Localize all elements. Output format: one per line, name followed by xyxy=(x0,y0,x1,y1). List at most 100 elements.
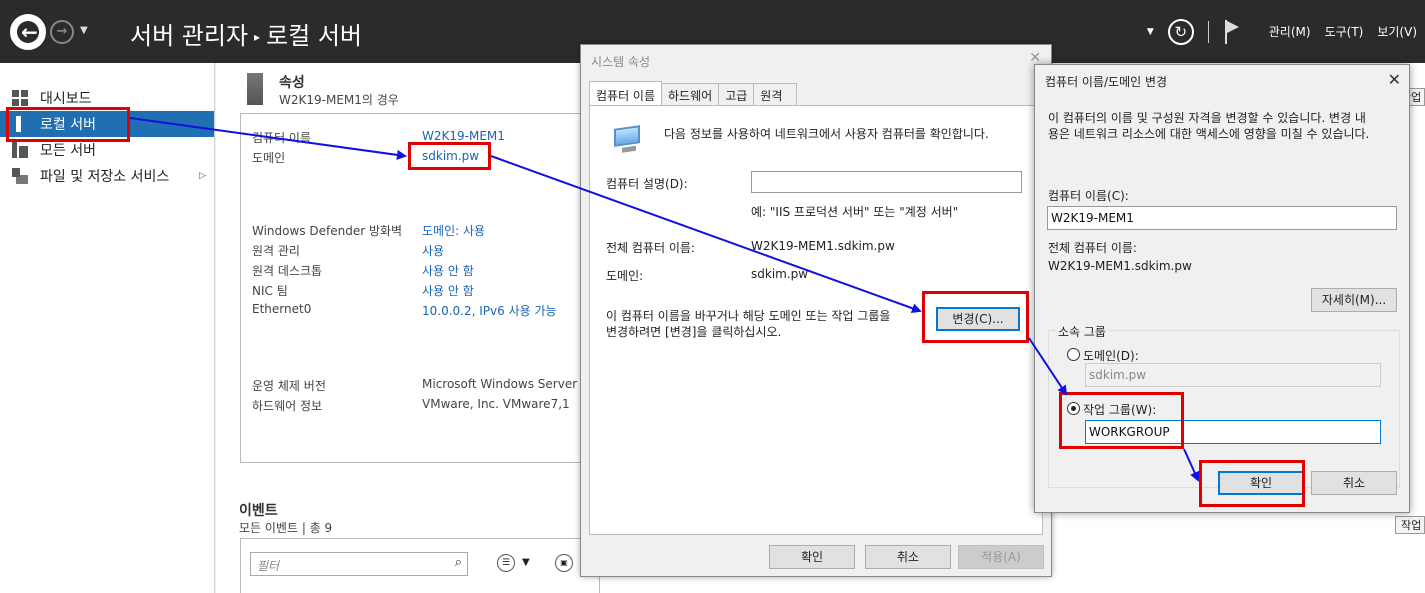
tab-hardware[interactable]: 하드웨어 xyxy=(661,83,720,105)
tab-panel: 다음 정보를 사용하여 네트워크에서 사용자 컴퓨터를 확인합니다. 컴퓨터 설… xyxy=(589,105,1043,535)
chevron-right-icon[interactable]: ▷ xyxy=(199,171,206,181)
dialog-body: 이 컴퓨터의 이름 및 구성원 자격을 변경할 수 있습니다. 변경 내 용은 … xyxy=(1036,94,1408,512)
dialog-title: 시스템 속성 xyxy=(591,55,651,69)
dialog-title: 컴퓨터 이름/도메인 변경 xyxy=(1045,75,1168,89)
breadcrumb: 서버 관리자 ▸ 로컬 서버 xyxy=(130,16,362,51)
prop-key: 도메인 xyxy=(252,151,286,165)
domain-link[interactable]: sdkim.pw xyxy=(422,149,479,163)
system-properties-dialog: 시스템 속성 ✕ 컴퓨터 이름 하드웨어 고급 원격 다음 정보를 사용하여 네… xyxy=(580,44,1052,577)
computer-name-label: 컴퓨터 이름(C): xyxy=(1048,189,1129,203)
computer-description-input[interactable] xyxy=(751,171,1022,193)
menu-view[interactable]: 보기(V) xyxy=(1377,23,1417,40)
full-name-value: W2K19-MEM1.sdkim.pw xyxy=(751,239,895,253)
prop-key: 컴퓨터 이름 xyxy=(252,131,312,145)
intro-text: 다음 정보를 사용하여 네트워크에서 사용자 컴퓨터를 확인합니다. xyxy=(664,127,989,141)
description-label: 컴퓨터 설명(D): xyxy=(606,177,688,191)
rename-text: 이 컴퓨터 이름을 바꾸거나 해당 도메인 또는 작업 그룹을 xyxy=(606,309,891,323)
firewall-link[interactable]: 도메인: 사용 xyxy=(422,222,485,239)
prop-key: 원격 데스크톱 xyxy=(252,264,323,278)
local-server-icon xyxy=(16,116,21,132)
sidebar: 대시보드 로컬 서버 모든 서버 파일 및 저장소 서비스 ▷ xyxy=(0,63,215,593)
sidebar-item-label: 로컬 서버 xyxy=(40,117,96,133)
all-servers-icon xyxy=(12,142,30,158)
hardware-value: VMware, Inc. VMware7,1 xyxy=(422,397,570,411)
back-icon[interactable]: ← xyxy=(10,14,46,50)
tab-advanced[interactable]: 고급 xyxy=(718,83,755,105)
tab-remote[interactable]: 원격 xyxy=(753,83,798,105)
domain-value: sdkim.pw xyxy=(751,267,809,281)
menu-tools[interactable]: 도구(T) xyxy=(1325,23,1364,40)
nic-team-link[interactable]: 사용 안 함 xyxy=(422,282,474,299)
app-title: 서버 관리자 xyxy=(130,22,249,50)
search-icon[interactable]: ⌕ xyxy=(455,555,462,570)
workgroup-radio-label: 작업 그룹(W): xyxy=(1083,403,1157,417)
close-icon[interactable]: ✕ xyxy=(1388,70,1401,89)
workgroup-input[interactable]: WORKGROUP xyxy=(1085,420,1381,444)
ethernet-link[interactable]: 10.0.0.2, IPv6 사용 가능 xyxy=(422,302,557,319)
menu-manage[interactable]: 관리(M) xyxy=(1269,23,1311,40)
full-name-label: 전체 컴퓨터 이름: xyxy=(606,241,695,255)
properties-title: 속성 xyxy=(279,75,305,91)
filter-input[interactable]: 필터 ⌕ xyxy=(250,552,468,576)
file-storage-icon xyxy=(12,168,30,184)
sidebar-item-file-storage[interactable]: 파일 및 저장소 서비스 ▷ xyxy=(0,163,214,189)
intro-text: 이 컴퓨터의 이름 및 구성원 자격을 변경할 수 있습니다. 변경 내 xyxy=(1048,111,1366,125)
events-title: 이벤트 xyxy=(239,503,278,519)
events-panel: 필터 ⌕ ☰ ▼ ▣ xyxy=(240,538,600,593)
member-of-label: 소속 그룹 xyxy=(1056,323,1108,340)
sidebar-item-label: 대시보드 xyxy=(40,91,92,107)
apply-button[interactable]: 적용(A) xyxy=(958,545,1044,569)
flag-icon[interactable] xyxy=(1223,19,1241,44)
intro-text: 용은 네트워크 리소스에 대한 액세스에 영향을 미칠 수 있습니다. xyxy=(1048,127,1370,141)
computer-name-input[interactable]: W2K19-MEM1 xyxy=(1047,206,1397,230)
top-toolbar: ▼ ↻ 관리(M) 도구(T) 보기(V) xyxy=(1147,0,1417,63)
sidebar-item-all-servers[interactable]: 모든 서버 xyxy=(0,137,214,163)
filter-placeholder: 필터 xyxy=(257,559,280,573)
ok-button[interactable]: 확인 xyxy=(769,545,855,569)
prop-key: 하드웨어 정보 xyxy=(252,399,323,413)
domain-radio-label: 도메인(D): xyxy=(1083,349,1139,363)
events-subtitle: 모든 이벤트 | 총 9 xyxy=(239,521,333,535)
prop-key: 원격 관리 xyxy=(252,244,300,258)
remote-management-link[interactable]: 사용 xyxy=(422,242,444,259)
full-name-label: 전체 컴퓨터 이름: xyxy=(1048,241,1137,255)
change-button[interactable]: 변경(C)... xyxy=(936,307,1020,331)
properties-subtitle: W2K19-MEM1의 경우 xyxy=(279,93,399,107)
sidebar-item-local-server[interactable]: 로컬 서버 xyxy=(0,111,214,137)
tab-strip: 컴퓨터 이름 하드웨어 고급 원격 xyxy=(589,81,798,105)
tasks-button[interactable]: 작업 xyxy=(1395,516,1425,534)
forward-icon[interactable]: → xyxy=(50,20,74,44)
example-text: 예: "IIS 프로덕션 서버" 또는 "계정 서버" xyxy=(751,205,959,219)
sidebar-item-label: 모든 서버 xyxy=(40,143,96,159)
prop-key: Ethernet0 xyxy=(252,302,312,316)
chevron-down-icon[interactable]: ▼ xyxy=(1147,27,1154,37)
server-icon xyxy=(247,73,263,105)
domain-input[interactable]: sdkim.pw xyxy=(1085,363,1381,387)
chevron-down-icon[interactable]: ▼ xyxy=(80,25,88,36)
prop-key: NIC 팀 xyxy=(252,284,288,298)
prop-key: Windows Defender 방화벽 xyxy=(252,224,403,238)
refresh-icon[interactable]: ↻ xyxy=(1167,18,1194,45)
page-title: 로컬 서버 xyxy=(266,22,363,50)
remote-desktop-link[interactable]: 사용 안 함 xyxy=(422,262,474,279)
cancel-button[interactable]: 취소 xyxy=(1311,471,1397,495)
domain-radio[interactable] xyxy=(1067,348,1080,361)
more-button[interactable]: 자세히(M)... xyxy=(1311,288,1397,312)
os-version-value: Microsoft Windows Server 20 xyxy=(422,377,597,391)
list-options-icon[interactable]: ☰ xyxy=(497,554,515,572)
tab-computer-name[interactable]: 컴퓨터 이름 xyxy=(589,81,663,105)
sidebar-item-label: 파일 및 저장소 서비스 xyxy=(40,169,170,185)
computer-name-link[interactable]: W2K19-MEM1 xyxy=(422,129,505,143)
workgroup-radio[interactable] xyxy=(1067,402,1080,415)
chevron-down-icon[interactable]: ▼ xyxy=(522,557,530,568)
save-query-icon[interactable]: ▣ xyxy=(555,554,573,572)
ok-button[interactable]: 확인 xyxy=(1218,471,1304,495)
breadcrumb-separator-icon: ▸ xyxy=(254,30,261,44)
name-domain-change-dialog: 컴퓨터 이름/도메인 변경 ✕ 이 컴퓨터의 이름 및 구성원 자격을 변경할 … xyxy=(1034,64,1410,513)
full-name-value: W2K19-MEM1.sdkim.pw xyxy=(1048,259,1192,273)
sidebar-item-dashboard[interactable]: 대시보드 xyxy=(0,85,214,111)
prop-key: 운영 체제 버전 xyxy=(252,379,326,393)
dashboard-icon xyxy=(12,90,30,106)
cancel-button[interactable]: 취소 xyxy=(865,545,951,569)
divider xyxy=(1207,20,1209,43)
